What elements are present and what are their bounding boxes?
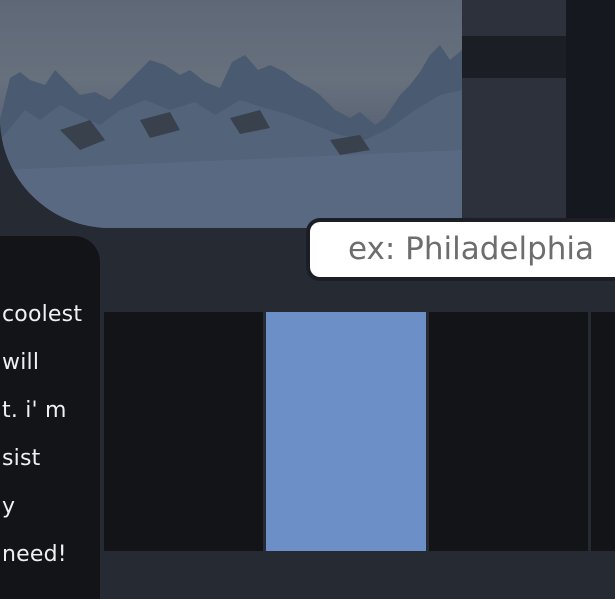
header-side-panel: [462, 0, 566, 230]
description-panel: coolest will t. i' m sist y need!: [0, 236, 100, 599]
description-line: need!: [2, 542, 67, 567]
grid-cell[interactable]: [591, 312, 615, 551]
header-right-panel: [566, 0, 615, 218]
grid-cell[interactable]: [429, 312, 588, 551]
description-line: will: [2, 350, 40, 375]
description-line: sist: [2, 446, 41, 471]
description-line: y: [2, 494, 16, 519]
header-side-strip: [462, 36, 566, 78]
description-line: coolest: [2, 302, 83, 327]
hero-image: [0, 0, 462, 228]
search-box: [310, 222, 615, 277]
grid-cell-selected[interactable]: [266, 312, 426, 551]
search-input[interactable]: [348, 226, 615, 272]
description-line: t. i' m: [2, 398, 67, 423]
grid-cell[interactable]: [104, 312, 263, 551]
